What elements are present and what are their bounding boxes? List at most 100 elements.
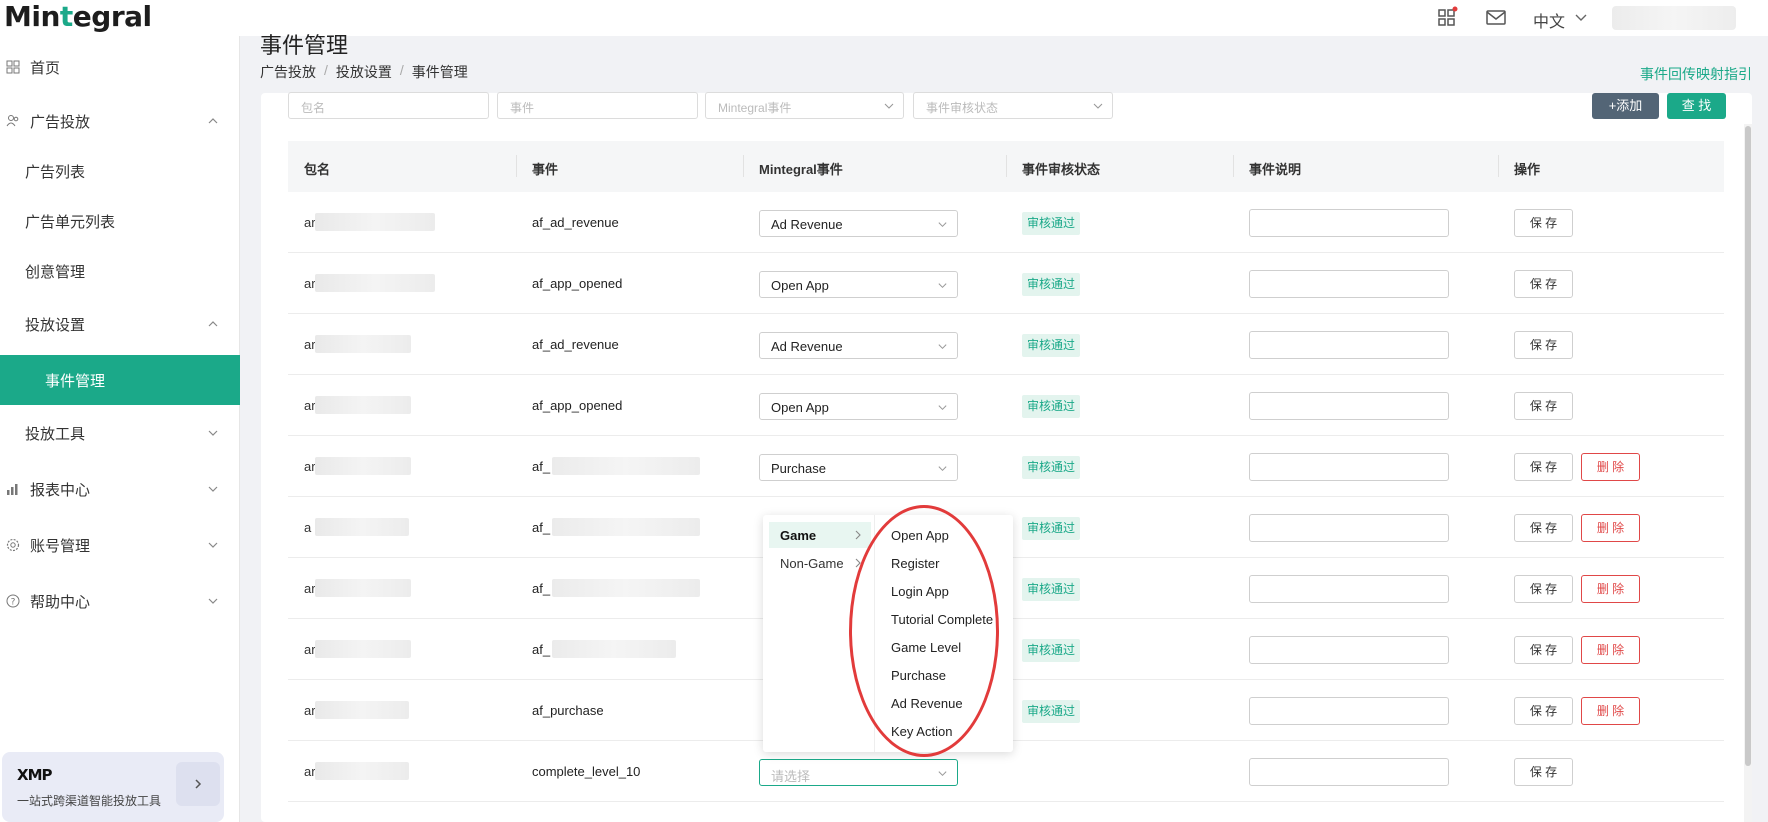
breadcrumb-item[interactable]: 广告投放 <box>260 62 316 82</box>
scrollbar-thumb[interactable] <box>1745 126 1751 766</box>
mintegral-event-select[interactable]: Ad Revenue <box>759 210 958 237</box>
status-badge: 审核通过 <box>1022 395 1081 418</box>
package-name-cell: ar <box>304 337 316 352</box>
event-description-input[interactable] <box>1249 575 1449 603</box>
sidebar-item-ad-list[interactable]: 广告列表 <box>0 146 240 196</box>
event-description-input[interactable] <box>1249 697 1449 725</box>
status-badge: 审核通过 <box>1022 700 1081 723</box>
apps-grid-icon[interactable] <box>1437 6 1459 28</box>
chevron-up-icon <box>208 321 218 327</box>
column-header: 事件说明 <box>1249 162 1302 177</box>
save-button[interactable]: 保 存 <box>1514 392 1573 420</box>
save-button[interactable]: 保 存 <box>1514 758 1573 786</box>
mintegral-event-filter-select[interactable]: Mintegral事件 <box>705 92 904 119</box>
delete-button[interactable]: 删 除 <box>1581 514 1640 542</box>
event-name-cell: af_ad_revenue <box>532 337 619 352</box>
save-button[interactable]: 保 存 <box>1514 697 1573 725</box>
chevron-down-icon <box>938 771 947 777</box>
sidebar-item-ad-unit-list[interactable]: 广告单元列表 <box>0 196 240 246</box>
event-description-input[interactable] <box>1249 636 1449 664</box>
language-switch[interactable]: 中文 <box>1533 8 1565 32</box>
mintegral-logo[interactable]: Mintegral <box>4 0 152 33</box>
annotation-ellipse <box>849 505 999 757</box>
save-button[interactable]: 保 存 <box>1514 636 1573 664</box>
delete-button[interactable]: 删 除 <box>1581 575 1640 603</box>
event-name-cell: af_ <box>532 642 551 657</box>
help-circle-icon: ? <box>6 594 20 608</box>
status-badge: 审核通过 <box>1022 212 1081 235</box>
mintegral-event-select[interactable]: Open App <box>759 271 958 298</box>
redacted-package <box>315 701 409 719</box>
svg-text:?: ? <box>11 598 16 608</box>
delete-button[interactable]: 删 除 <box>1581 636 1640 664</box>
event-description-input[interactable] <box>1249 209 1449 237</box>
search-button[interactable]: 查 找 <box>1667 93 1726 119</box>
add-button[interactable]: +添加 <box>1592 93 1659 119</box>
save-button[interactable]: 保 存 <box>1514 514 1573 542</box>
event-description-input[interactable] <box>1249 453 1449 481</box>
redacted-event <box>552 457 700 475</box>
mail-icon[interactable] <box>1485 6 1507 28</box>
event-name-cell: af_purchase <box>532 703 604 718</box>
gear-icon <box>6 538 20 552</box>
xmp-promo-card[interactable]: XMP 一站式跨渠道智能投放工具 <box>2 752 224 822</box>
delete-button[interactable]: 删 除 <box>1581 453 1640 481</box>
redacted-event <box>552 579 700 597</box>
sidebar-item-ad-delivery[interactable]: 广告投放 <box>0 96 240 146</box>
event-description-input[interactable] <box>1249 331 1449 359</box>
event-name-cell: af_ad_revenue <box>532 215 619 230</box>
delete-button[interactable]: 删 除 <box>1581 697 1640 725</box>
column-header: Mintegral事件 <box>759 162 843 177</box>
sidebar-item-label: 创意管理 <box>25 263 86 281</box>
chevron-down-icon <box>208 486 218 492</box>
select-value: Open App <box>771 278 829 293</box>
sidebar-item-home[interactable]: 首页 <box>0 42 240 92</box>
cascader-category-game[interactable]: Game <box>769 522 871 548</box>
user-account-redacted[interactable] <box>1612 6 1736 30</box>
sidebar-item-report-center[interactable]: 报表中心 <box>0 464 240 514</box>
sidebar-item-delivery-settings[interactable]: 投放设置 <box>0 299 240 349</box>
sidebar-item-help-center[interactable]: ? 帮助中心 <box>0 576 240 626</box>
save-button[interactable]: 保 存 <box>1514 209 1573 237</box>
save-button[interactable]: 保 存 <box>1514 270 1573 298</box>
chevron-down-icon <box>938 344 947 350</box>
users-icon <box>6 115 19 127</box>
mintegral-event-select[interactable]: Ad Revenue <box>759 332 958 359</box>
scrollbar[interactable] <box>1744 124 1752 822</box>
table-row: ar af_ Purchase 审核通过 保 存 删 除 <box>288 436 1724 497</box>
status-filter-select[interactable]: 事件审核状态 <box>913 92 1113 119</box>
sidebar-item-label: 帮助中心 <box>30 593 91 611</box>
package-name-cell: ar <box>304 703 316 718</box>
redacted-package <box>315 457 411 475</box>
event-description-input[interactable] <box>1249 392 1449 420</box>
save-button[interactable]: 保 存 <box>1514 575 1573 603</box>
event-name-cell: af_ <box>532 459 551 474</box>
sidebar-item-label: 账号管理 <box>30 537 91 555</box>
home-grid-icon <box>6 60 20 74</box>
event-description-input[interactable] <box>1249 758 1449 786</box>
save-button[interactable]: 保 存 <box>1514 331 1573 359</box>
sidebar-item-delivery-tools[interactable]: 投放工具 <box>0 408 240 458</box>
package-name-cell: ar <box>304 276 316 291</box>
event-description-input[interactable] <box>1249 514 1449 542</box>
mintegral-event-select[interactable]: Purchase <box>759 454 958 481</box>
xmp-open-button[interactable] <box>176 762 220 806</box>
chevron-down-icon[interactable] <box>1574 10 1588 24</box>
mintegral-event-select[interactable]: Open App <box>759 393 958 420</box>
chevron-down-icon <box>208 430 218 436</box>
event-description-input[interactable] <box>1249 270 1449 298</box>
column-header: 包名 <box>304 162 331 177</box>
redacted-package <box>315 579 411 597</box>
mintegral-event-select[interactable]: 请选择 <box>759 759 958 786</box>
sidebar-item-creative-management[interactable]: 创意管理 <box>0 246 240 296</box>
table-row: ar af_app_opened Open App 审核通过 保 存 <box>288 253 1724 314</box>
event-filter-input[interactable]: 事件 <box>497 92 698 119</box>
cascader-category-non-game[interactable]: Non-Game <box>769 550 871 576</box>
breadcrumb-item[interactable]: 投放设置 <box>336 62 392 82</box>
table-row: ar af_ad_revenue Ad Revenue 审核通过 保 存 <box>288 314 1724 375</box>
save-button[interactable]: 保 存 <box>1514 453 1573 481</box>
sidebar-item-account-management[interactable]: 账号管理 <box>0 520 240 570</box>
event-mapping-guide-link[interactable]: 事件回传映射指引 <box>1640 64 1752 84</box>
sidebar-item-event-management[interactable]: 事件管理 <box>0 355 240 405</box>
package-filter-input[interactable]: 包名 <box>288 92 489 119</box>
